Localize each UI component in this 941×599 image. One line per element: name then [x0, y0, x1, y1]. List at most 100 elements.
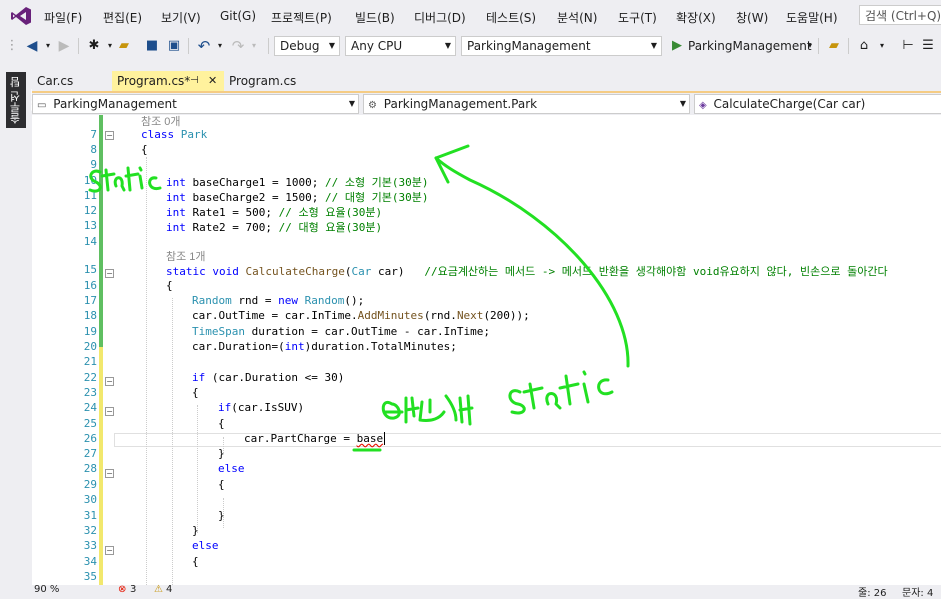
save-icon[interactable]: ■ [144, 38, 160, 54]
tab-label: Program.cs* [117, 74, 191, 88]
chevron-down-icon: ▼ [348, 99, 355, 108]
redo-dropdown-icon[interactable]: ▾ [246, 38, 262, 54]
run-dropdown-icon[interactable]: ▾ [802, 38, 818, 54]
menu-help[interactable]: 도움말(H) [786, 9, 838, 26]
toolbar: ⋮ ◀ ▾ ▶ ✱ ▾ ▰ ■ ▣ ↶ ▾ ↷ ▾ Debug ▼ Any CPU… [0, 32, 941, 60]
code-line: { [192, 555, 199, 568]
pin-icon[interactable]: ⊣ [190, 71, 199, 91]
member-dropdown-label: CalculateCharge(Car car) [713, 97, 866, 111]
project-dropdown[interactable]: ▭ ParkingManagement ▼ [32, 94, 359, 114]
menu-bar: 파일(F) 편집(E) 보기(V) Git(G) 프로젝트(P) 빌드(B) 디… [0, 0, 941, 32]
layout-icon[interactable]: ☰ [920, 38, 936, 54]
code-line-rate1: int Rate1 = 500; // 소형 요율(30분) [166, 206, 383, 219]
codelens-references[interactable]: 참조 0개 [141, 115, 181, 129]
line-number: 33 [83, 539, 97, 552]
menu-extensions[interactable]: 확장(X) [676, 9, 716, 26]
run-button-label[interactable]: ParkingManagement [688, 39, 812, 53]
code-line-if-suv: if(car.IsSUV) [218, 401, 305, 414]
method-icon: ◈ [699, 100, 707, 111]
menu-build[interactable]: 빌드(B) [355, 9, 395, 26]
line-number: 32 [83, 524, 97, 537]
menu-analyze[interactable]: 분석(N) [557, 9, 597, 26]
grip-icon: ⋮ [5, 38, 19, 53]
collapse-icon[interactable]: − [105, 131, 114, 140]
line-number: 24 [83, 401, 97, 414]
solution-platform-select[interactable]: Any CPU ▼ [345, 36, 456, 56]
chevron-down-icon: ▼ [679, 99, 686, 108]
undo-dropdown-icon[interactable]: ▾ [212, 38, 228, 54]
error-count[interactable]: 3 [130, 584, 136, 595]
collapse-icon[interactable]: − [105, 407, 114, 416]
class-dropdown[interactable]: ⚙ ParkingManagement.Park ▼ [363, 94, 690, 114]
line-number: 25 [83, 417, 97, 430]
open-folder-icon[interactable]: ▰ [116, 38, 132, 54]
overflow-dropdown-icon[interactable]: ▾ [874, 38, 890, 54]
run-icon[interactable]: ▶ [669, 38, 685, 54]
tab-program-cs-modified[interactable]: Program.cs* ⊣ ✕ [112, 71, 224, 91]
code-line-duration: TimeSpan duration = car.OutTime - car.In… [192, 325, 491, 338]
visual-studio-logo-icon [11, 7, 31, 25]
error-icon[interactable]: ⊗ [118, 584, 126, 595]
project-dropdown-label: ParkingManagement [53, 97, 177, 111]
solution-explorer-tab[interactable]: 솔루션 탐색기 [6, 72, 42, 128]
redo-icon[interactable]: ↷ [230, 38, 246, 54]
tab-label: Car.cs [37, 74, 74, 88]
warning-icon[interactable]: ⚠ [154, 584, 163, 595]
codelens-references[interactable]: 참조 1개 [166, 248, 206, 264]
line-number: 30 [83, 493, 97, 506]
forward-icon[interactable]: ▶ [56, 38, 72, 54]
collapse-icon[interactable]: − [105, 377, 114, 386]
chevron-down-icon: ▼ [444, 41, 451, 50]
line-number: 34 [83, 555, 97, 568]
code-line-random: Random rnd = new Random(); [192, 294, 365, 307]
menu-edit[interactable]: 편집(E) [103, 9, 142, 26]
collapse-icon[interactable]: − [105, 269, 114, 278]
change-bar-modified [99, 347, 103, 585]
chevron-down-icon: ▼ [328, 41, 335, 50]
collapse-icon[interactable]: − [105, 469, 114, 478]
member-dropdown[interactable]: ◈ CalculateCharge(Car car) [694, 94, 941, 114]
csharp-project-icon: ▭ [37, 100, 47, 111]
line-number: 10 [83, 174, 97, 187]
menu-view[interactable]: 보기(V) [161, 9, 201, 26]
line-number: 13 [83, 219, 97, 232]
solution-configuration-select[interactable]: Debug ▼ [274, 36, 340, 56]
menu-debug[interactable]: 디버그(D) [414, 9, 466, 26]
code-line-partcharge: car.PartCharge = base [244, 432, 386, 445]
line-number: 18 [83, 309, 97, 322]
line-number: 28 [83, 462, 97, 475]
undo-icon[interactable]: ↶ [196, 38, 212, 54]
tab-program-cs[interactable]: Program.cs [224, 71, 314, 91]
home-icon[interactable]: ⌂ [856, 38, 872, 54]
chevron-down-icon: ▼ [650, 41, 657, 50]
menu-tools[interactable]: 도구(T) [618, 9, 657, 26]
menu-test[interactable]: 테스트(S) [486, 9, 536, 26]
search-box[interactable]: 검색 (Ctrl+Q) [859, 5, 941, 25]
menu-window[interactable]: 창(W) [736, 9, 768, 26]
menu-project[interactable]: 프로젝트(P) [271, 9, 332, 26]
step-icon[interactable]: ⊢ [900, 38, 916, 54]
code-line-basecharge1: int baseCharge1 = 1000; // 소형 기본(30분) [166, 176, 429, 189]
code-line: { [141, 143, 148, 156]
save-all-icon[interactable]: ▣ [166, 38, 182, 54]
back-dropdown-icon[interactable]: ▾ [40, 38, 56, 54]
zoom-level[interactable]: 90 % [34, 584, 59, 595]
tab-label: Program.cs [229, 74, 297, 88]
close-icon[interactable]: ✕ [208, 71, 217, 91]
line-number: 23 [83, 386, 97, 399]
line-number: 12 [83, 204, 97, 217]
folder-icon[interactable]: ▰ [826, 38, 842, 54]
menu-file[interactable]: 파일(F) [44, 9, 82, 26]
startup-project-select[interactable]: ParkingManagement ▼ [461, 36, 662, 56]
new-project-icon[interactable]: ✱ [86, 38, 102, 54]
code-editor[interactable]: 7 8 9 10 11 12 13 14 15 16 17 18 19 20 21 22 23 24 25 26 27 2… [32, 115, 941, 585]
menu-git[interactable]: Git(G) [220, 9, 256, 23]
collapse-icon[interactable]: − [105, 546, 114, 555]
tab-car-cs[interactable]: Car.cs [32, 71, 112, 91]
warning-count[interactable]: 4 [166, 584, 172, 595]
line-number: 22 [83, 371, 97, 384]
line-number: 19 [83, 325, 97, 338]
code-line-else: else [218, 462, 245, 475]
back-icon[interactable]: ◀ [24, 38, 40, 54]
line-number: 9 [90, 158, 97, 171]
